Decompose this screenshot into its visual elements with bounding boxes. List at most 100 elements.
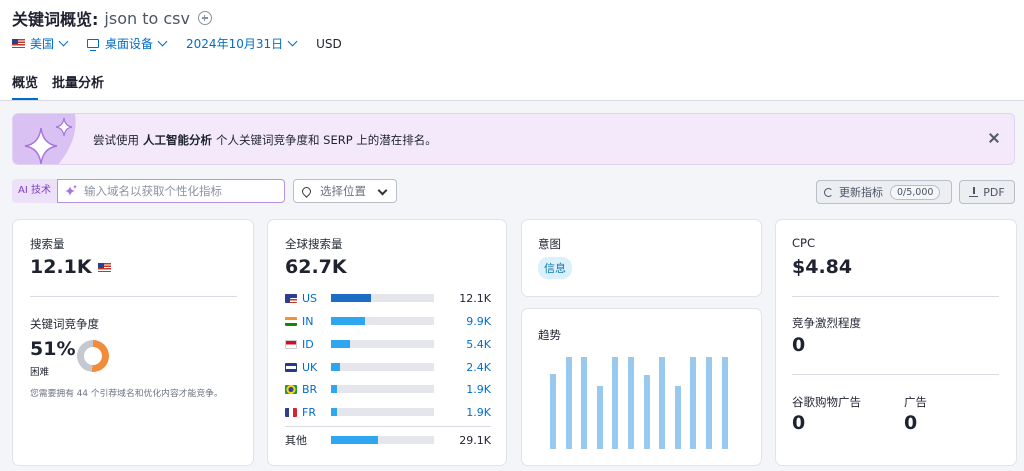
country-bar-fill xyxy=(331,408,338,416)
volume-value: 12.1K xyxy=(30,256,92,278)
trend-bar[interactable] xyxy=(706,357,712,449)
trend-bar[interactable] xyxy=(566,357,572,449)
date-dropdown[interactable]: 2024年10月31日 xyxy=(186,35,298,52)
trend-bar[interactable] xyxy=(612,357,618,449)
competition-label: 竞争激烈程度 xyxy=(792,316,861,330)
trend-bar[interactable] xyxy=(597,386,603,449)
country-value[interactable]: 9.9K xyxy=(431,315,491,328)
chevron-down-icon xyxy=(287,36,298,47)
ads-label: 广告 xyxy=(904,395,927,409)
country-bar-fill xyxy=(331,294,372,302)
banner-message: 尝试使用 人工智能分析 个人关键词竞争度和 SERP 上的潜在排名。 xyxy=(93,132,437,148)
ai-promo-banner: 尝试使用 人工智能分析 个人关键词竞争度和 SERP 上的潜在排名。 xyxy=(12,113,1015,165)
ai-domain-input[interactable]: 输入域名以获取个性化指标 xyxy=(56,179,285,203)
country-row-uk: UK 2.4K xyxy=(285,360,491,374)
refresh-metrics-button[interactable]: 更新指标 0/5,000 xyxy=(816,180,952,204)
global-volume-label: 全球搜索量 xyxy=(285,237,343,251)
country-bar-fill xyxy=(331,317,366,325)
close-icon[interactable] xyxy=(987,131,1001,145)
intent-label: 意图 xyxy=(538,237,561,251)
country-code[interactable]: ID xyxy=(302,338,332,351)
in-flag-icon xyxy=(285,316,297,326)
country-value[interactable]: 12.1K xyxy=(431,292,491,305)
country-bar-track xyxy=(331,363,434,371)
uk-flag-icon xyxy=(285,362,297,372)
trend-bar[interactable] xyxy=(581,357,587,449)
trend-bar[interactable] xyxy=(675,386,681,449)
country-value[interactable]: 1.9K xyxy=(431,406,491,419)
banner-prefix: 尝试使用 xyxy=(93,133,139,147)
chevron-down-icon xyxy=(58,36,69,47)
trend-bar[interactable] xyxy=(690,357,696,449)
location-pin-icon xyxy=(300,184,313,198)
chevron-down-icon xyxy=(377,185,388,196)
pdf-export-button[interactable]: PDF xyxy=(959,180,1015,204)
country-value[interactable]: 1.9K xyxy=(431,383,491,396)
banner-highlight[interactable]: 人工智能分析 xyxy=(143,133,212,147)
country-code[interactable]: US xyxy=(302,292,332,305)
volume-value-row: 12.1K xyxy=(30,256,111,278)
trend-bar[interactable] xyxy=(628,357,634,449)
other-row: 其他 29.1K xyxy=(285,433,491,448)
location-placeholder: 选择位置 xyxy=(320,184,366,198)
country-code[interactable]: UK xyxy=(302,361,332,374)
country-bar-fill xyxy=(331,385,338,393)
country-row-br: BR 1.9K xyxy=(285,382,491,396)
other-label: 其他 xyxy=(285,434,307,447)
tab-overview[interactable]: 概览 xyxy=(12,72,39,100)
trend-bar[interactable] xyxy=(644,375,650,449)
country-value[interactable]: 5.4K xyxy=(431,338,491,351)
top-bar: 关键词概览: json to csv 美国 桌面设备 2024年10月31日 U… xyxy=(0,0,1024,101)
banner-suffix: 个人关键词竞争度和 SERP 上的潜在排名。 xyxy=(216,133,437,147)
country-bar-track xyxy=(331,317,434,325)
trend-bar[interactable] xyxy=(722,357,728,449)
pdf-label: PDF xyxy=(983,185,1005,199)
shopping-label: 谷歌购物广告 xyxy=(792,395,861,409)
country-code[interactable]: FR xyxy=(302,406,332,419)
country-bar-track xyxy=(331,294,434,302)
refresh-count-badge: 0/5,000 xyxy=(890,184,941,200)
country-bar-fill xyxy=(331,363,340,371)
card-divider xyxy=(792,374,999,375)
tab-batch-analysis[interactable]: 批量分析 xyxy=(52,72,104,100)
trend-bar[interactable] xyxy=(550,374,556,449)
refresh-icon xyxy=(824,187,833,197)
sparkle-icon xyxy=(64,184,77,196)
filter-bar: 美国 桌面设备 2024年10月31日 USD xyxy=(12,35,362,52)
cpc-value: $4.84 xyxy=(792,256,853,278)
country-code[interactable]: BR xyxy=(302,383,332,396)
country-bar-track xyxy=(331,408,434,416)
country-bar-fill xyxy=(331,340,351,348)
difficulty-note: 您需要拥有 44 个引荐域名和优化内容才能竞争。 xyxy=(30,389,223,399)
trend-label: 趋势 xyxy=(538,328,561,342)
add-circle-icon[interactable] xyxy=(197,11,212,25)
location-select[interactable]: 选择位置 xyxy=(293,179,397,203)
title-row: 关键词概览: json to csv xyxy=(12,6,212,30)
difficulty-label: 关键词竞争度 xyxy=(30,317,99,331)
country-row-us: US 12.1K xyxy=(285,291,491,305)
keyword-title: json to csv xyxy=(104,8,190,28)
difficulty-text: 困难 xyxy=(30,367,50,378)
country-label: 美国 xyxy=(30,37,55,51)
intent-chip[interactable]: 信息 xyxy=(538,257,572,279)
other-value: 29.1K xyxy=(459,433,491,447)
card-divider xyxy=(30,296,237,297)
page-title: 关键词概览: xyxy=(12,10,99,29)
country-row-fr: FR 1.9K xyxy=(285,405,491,419)
device-dropdown[interactable]: 桌面设备 xyxy=(87,35,168,52)
competition-value: 0 xyxy=(792,334,806,356)
other-bar-fill xyxy=(331,436,379,444)
trend-bar[interactable] xyxy=(659,357,665,449)
volume-label: 搜索量 xyxy=(30,237,65,251)
country-bar-track xyxy=(331,340,434,348)
country-code[interactable]: IN xyxy=(302,315,332,328)
us-flag-icon xyxy=(285,293,297,303)
export-icon xyxy=(969,187,979,197)
card-divider xyxy=(792,296,999,297)
ai-domain-placeholder: 输入域名以获取个性化指标 xyxy=(83,184,222,198)
monitor-icon xyxy=(87,39,100,51)
country-value[interactable]: 2.4K xyxy=(431,361,491,374)
device-label: 桌面设备 xyxy=(105,37,154,51)
country-dropdown[interactable]: 美国 xyxy=(12,35,69,52)
currency-label: USD xyxy=(316,36,342,51)
